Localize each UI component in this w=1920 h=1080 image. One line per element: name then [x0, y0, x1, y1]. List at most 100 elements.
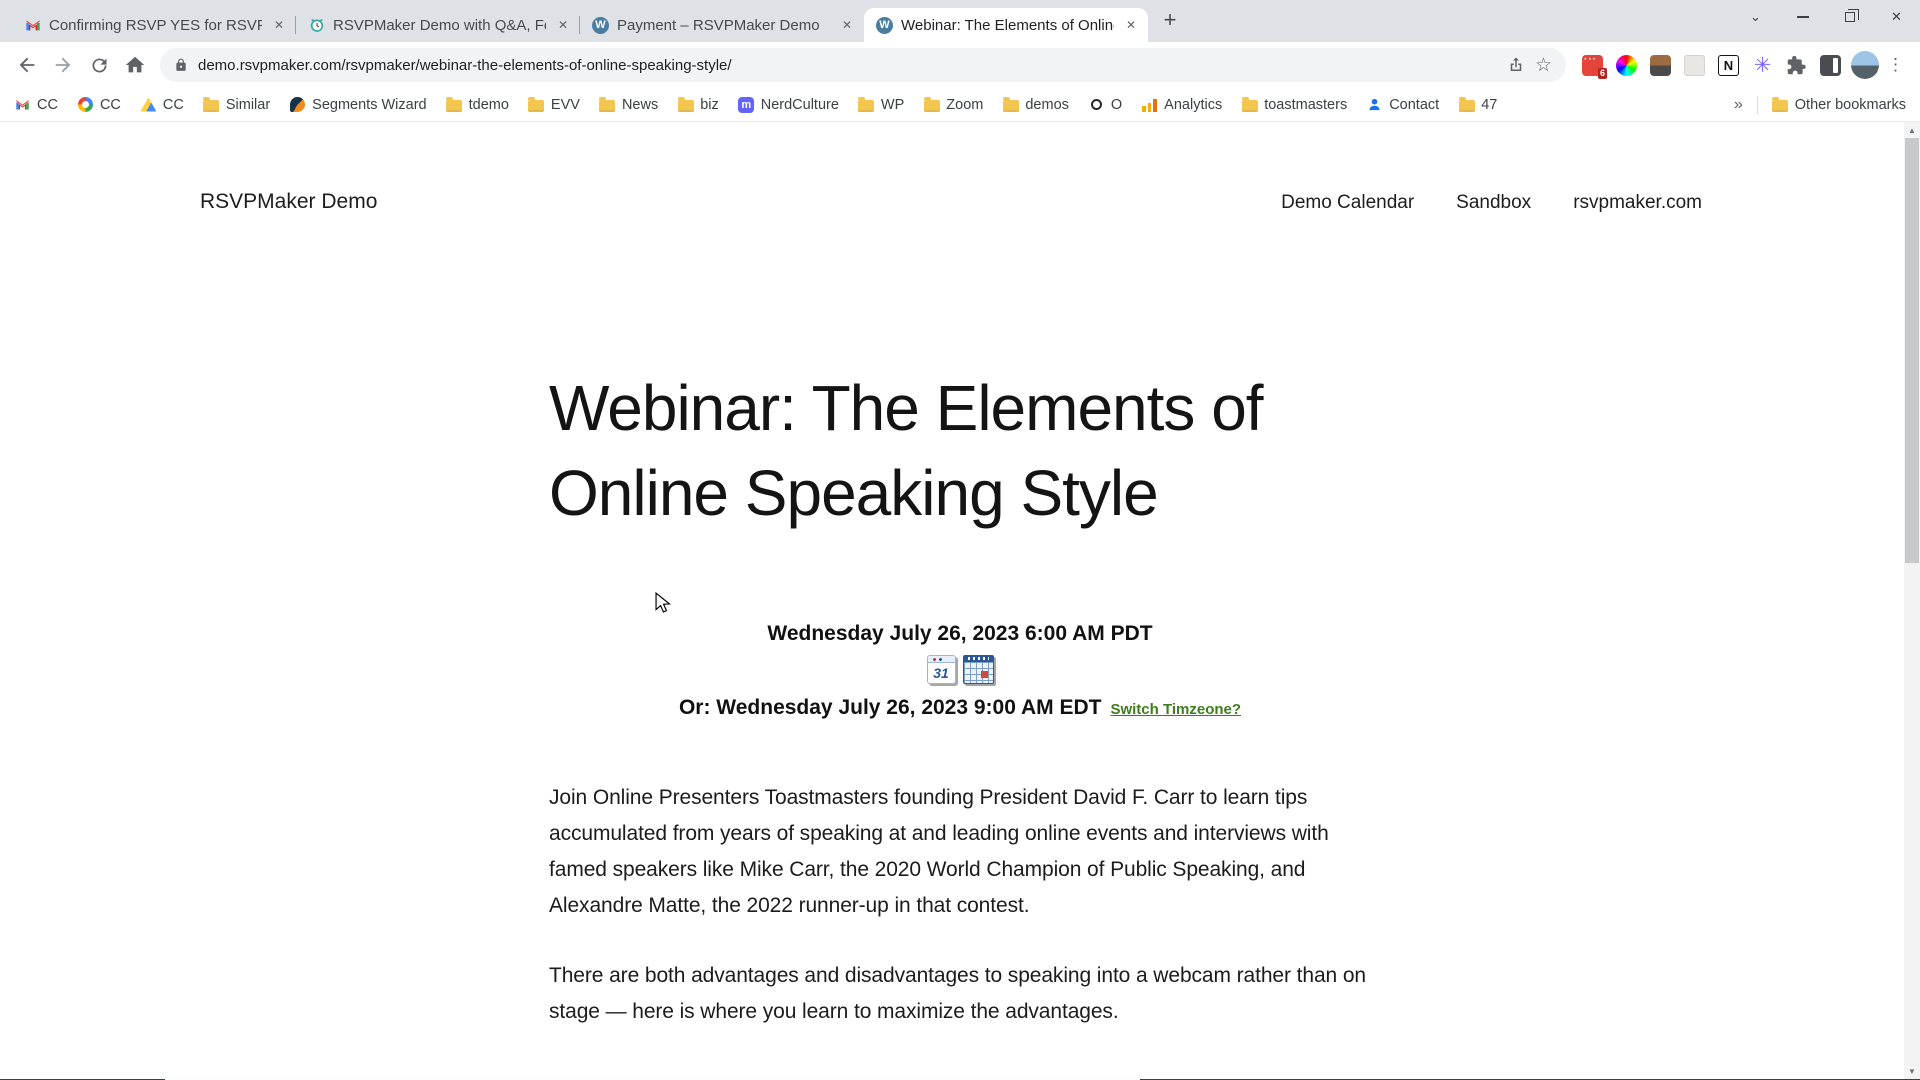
back-button[interactable] — [10, 48, 44, 82]
bookmark-star-icon[interactable]: ☆ — [1535, 56, 1552, 75]
scrollbar-down-arrow[interactable]: ▼ — [1904, 1063, 1920, 1079]
nav-rsvpmaker-com[interactable]: rsvpmaker.com — [1573, 192, 1702, 214]
tab-close-icon[interactable]: ✕ — [1122, 16, 1140, 34]
bookmark-folder-biz[interactable]: biz — [677, 96, 719, 113]
pattern-extension-icon[interactable] — [1684, 54, 1705, 76]
site-header: RSVPMaker Demo Demo Calendar Sandbox rsv… — [0, 122, 1920, 214]
reload-button[interactable] — [82, 48, 116, 82]
scrollbar-up-arrow[interactable]: ▲ — [1904, 122, 1920, 138]
bookmark-cc-gmail[interactable]: CC — [14, 96, 58, 113]
webpage-viewport: RSVPMaker Demo Demo Calendar Sandbox rsv… — [0, 122, 1920, 1079]
site-nav: Demo Calendar Sandbox rsvpmaker.com — [1281, 192, 1702, 214]
bookmark-label: Analytics — [1164, 96, 1223, 113]
analytics-icon — [1142, 98, 1157, 112]
bookmark-label: demos — [1025, 96, 1069, 113]
home-button[interactable] — [118, 48, 152, 82]
url-text[interactable]: demo.rsvpmaker.com/rsvpmaker/webinar-the… — [198, 57, 1497, 74]
bookmark-segments-wizard[interactable]: Segments Wizard — [289, 96, 427, 113]
nav-demo-calendar[interactable]: Demo Calendar — [1281, 192, 1414, 214]
close-button[interactable]: ✕ — [1873, 0, 1920, 34]
bookmark-analytics[interactable]: Analytics — [1141, 96, 1222, 113]
ring-icon — [1090, 99, 1102, 110]
bookmark-folder-news[interactable]: News — [599, 96, 658, 113]
folder-icon — [599, 96, 616, 112]
bookmark-label: Segments Wizard — [312, 96, 427, 113]
tab-search-chevron-icon[interactable]: ⌄ — [1732, 0, 1779, 34]
tab-payment[interactable]: Payment – RSVPMaker Demo ✕ — [579, 8, 864, 42]
bookmarks-divider — [1756, 95, 1758, 114]
new-tab-button[interactable]: + — [1156, 6, 1184, 34]
bookmark-label: 47 — [1481, 96, 1498, 113]
switch-timezone-link[interactable]: Switch Timzeone? — [1110, 701, 1241, 718]
minimize-button[interactable] — [1779, 0, 1826, 34]
bookmark-contact[interactable]: Contact — [1366, 96, 1439, 113]
bookmark-folder-demos[interactable]: demos — [1002, 96, 1069, 113]
notion-extension-icon[interactable] — [1718, 54, 1739, 76]
gmail-icon — [24, 17, 41, 34]
profile-avatar[interactable] — [1851, 51, 1879, 79]
tab-title: RSVPMaker Demo with Q&A, Fea — [333, 16, 546, 34]
tab-webinar-active[interactable]: Webinar: The Elements of Online ✕ — [864, 8, 1148, 42]
scrollbar-thumb[interactable] — [1905, 138, 1919, 563]
bookmark-label: News — [621, 96, 659, 113]
bookmark-folder-tdemo[interactable]: tdemo — [446, 96, 509, 113]
bookmark-folder-toastmasters[interactable]: toastmasters — [1241, 96, 1347, 113]
other-bookmarks-label: Other bookmarks — [1794, 96, 1906, 113]
other-bookmarks-button[interactable]: Other bookmarks — [1772, 96, 1906, 113]
gmail-icon — [14, 96, 31, 113]
extension-badge: 6 — [1597, 67, 1607, 79]
bookmark-folder-evv[interactable]: EVV — [528, 96, 580, 113]
bookmark-o[interactable]: O — [1088, 96, 1122, 113]
folder-icon — [1002, 96, 1019, 112]
bookmark-cc-drive[interactable]: CC — [140, 96, 184, 113]
forward-button[interactable] — [46, 48, 80, 82]
outlook-calendar-icon[interactable] — [962, 655, 994, 684]
mastodon-icon — [738, 96, 755, 113]
person-icon — [1366, 96, 1383, 113]
bookmark-cc-google[interactable]: CC — [77, 96, 121, 113]
side-panel-icon[interactable] — [1820, 54, 1841, 76]
page-title: Webinar: The Elements of Online Speaking… — [549, 372, 1264, 529]
event-description-paragraph: Join Online Presenters Toastmasters foun… — [549, 786, 1329, 917]
bookmark-folder-wp[interactable]: WP — [858, 96, 904, 113]
site-title[interactable]: RSVPMaker Demo — [200, 190, 377, 214]
purple-asterisk-extension-icon[interactable] — [1752, 55, 1773, 76]
bookmark-folder-zoom[interactable]: Zoom — [923, 96, 983, 113]
drive-icon — [140, 97, 157, 112]
page-scrollbar[interactable]: ▲ ▼ — [1904, 122, 1920, 1079]
extensions-row: 6 — [1574, 54, 1849, 79]
tab-close-icon[interactable]: ✕ — [838, 16, 856, 34]
tab-rsvpmaker-demo-qa[interactable]: RSVPMaker Demo with Q&A, Fea ✕ — [295, 8, 580, 42]
tab-confirming-rsvp[interactable]: Confirming RSVP YES for RSVPM ✕ — [12, 8, 296, 42]
lock-icon[interactable] — [174, 58, 188, 72]
google-calendar-icon[interactable]: 31 — [926, 655, 956, 684]
window-controls: ⌄ ✕ — [1732, 0, 1920, 34]
calendar-links-row: 31 — [549, 655, 1371, 684]
folder-icon — [446, 96, 463, 112]
address-bar[interactable]: demo.rsvpmaker.com/rsvpmaker/webinar-the… — [160, 48, 1566, 82]
folder-icon — [677, 96, 694, 112]
bookmarks-bar: CC CC CC Similar Segments Wizard tdemo E… — [0, 88, 1920, 122]
extension-red-icon[interactable]: 6 — [1582, 54, 1607, 79]
browser-menu-icon[interactable]: ⋮ — [1881, 55, 1910, 75]
bookmark-folder-similar[interactable]: Similar — [203, 96, 270, 113]
bookmark-label: CC — [162, 96, 184, 113]
tab-close-icon[interactable]: ✕ — [554, 16, 572, 34]
browser-toolbar: demo.rsvpmaker.com/rsvpmaker/webinar-the… — [0, 42, 1920, 88]
restore-button[interactable] — [1826, 0, 1873, 34]
extensions-puzzle-icon[interactable] — [1786, 55, 1807, 76]
bookmark-nerdculture[interactable]: NerdCulture — [738, 96, 839, 113]
bookmark-label: NerdCulture — [760, 96, 839, 113]
color-wheel-extension-icon[interactable] — [1616, 54, 1637, 76]
folder-icon — [923, 96, 940, 112]
tab-close-icon[interactable]: ✕ — [270, 16, 288, 34]
camera-extension-icon[interactable] — [1650, 54, 1671, 76]
share-icon[interactable] — [1507, 56, 1525, 74]
nav-sandbox[interactable]: Sandbox — [1456, 192, 1531, 214]
event-datetime-block: Wednesday July 26, 2023 6:00 AM PDT 31 O… — [549, 622, 1371, 720]
folder-icon — [858, 96, 875, 112]
bookmarks-bar-right: » Other bookmarks — [1734, 95, 1906, 114]
bookmark-folder-47[interactable]: 47 — [1458, 96, 1497, 113]
tab-title: Payment – RSVPMaker Demo — [617, 16, 820, 34]
bookmarks-overflow-icon[interactable]: » — [1734, 96, 1743, 114]
